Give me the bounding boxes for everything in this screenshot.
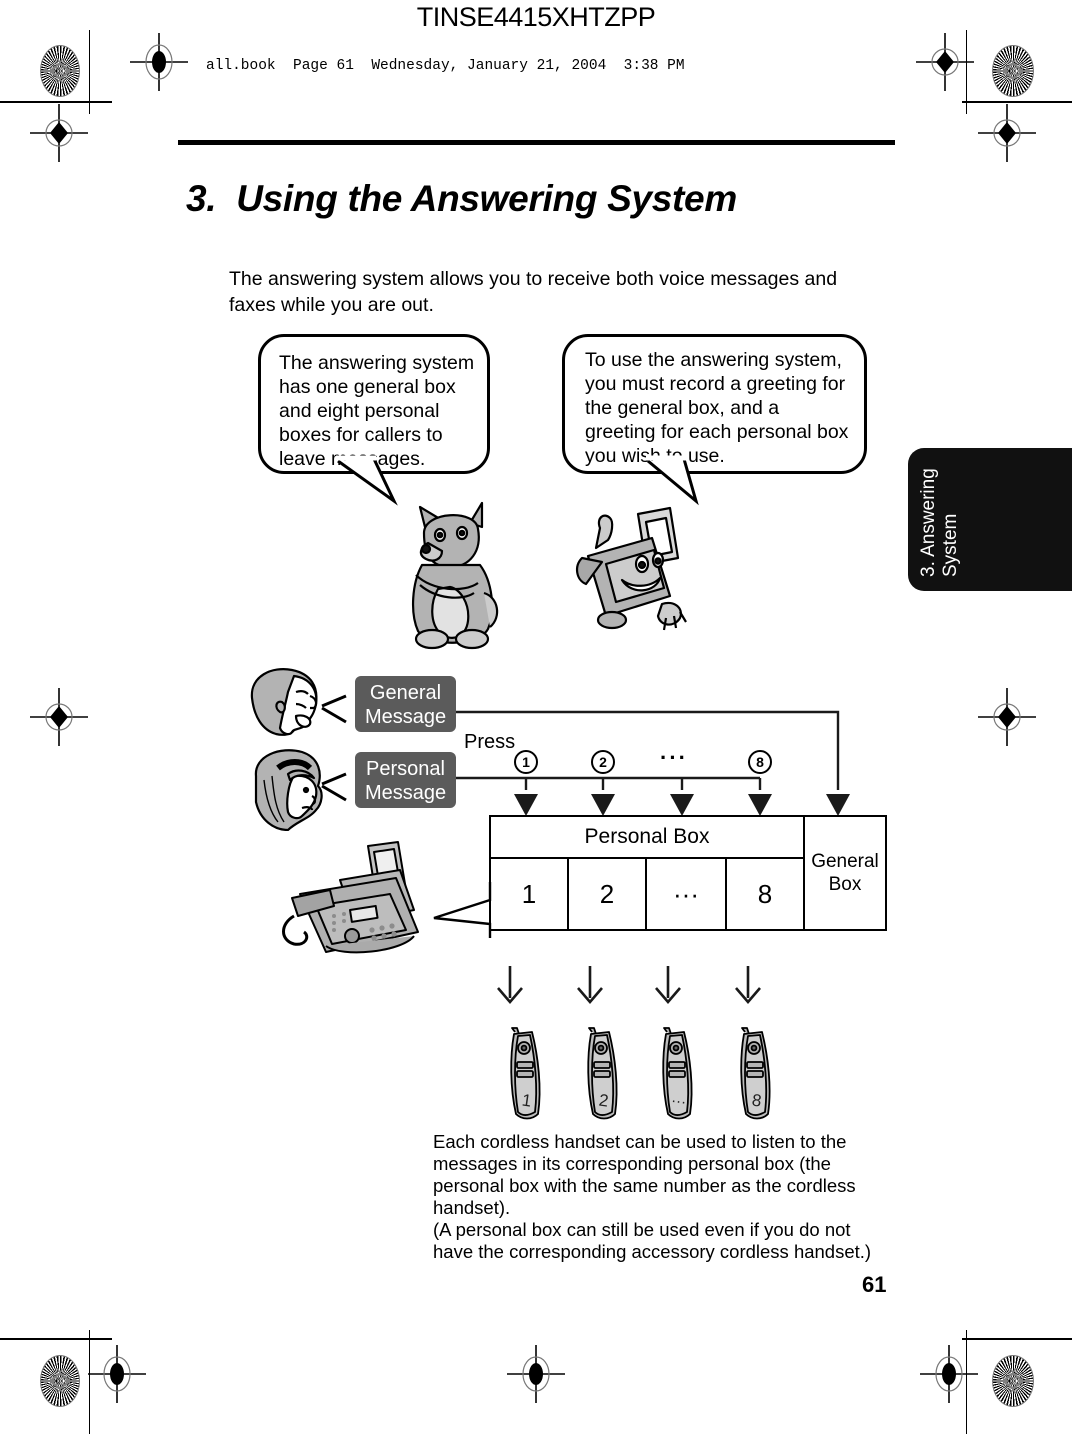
press-key-ellipsis: ···: [660, 745, 688, 770]
mailbox-table: Personal Box General Box 1 2 ··· 8: [489, 815, 887, 931]
crop-line-upper-left: [0, 101, 112, 103]
callout-balloon-right: To use the answering system, you must re…: [562, 334, 867, 474]
callout-balloon-right-text: To use the answering system, you must re…: [585, 349, 849, 467]
book-file-line: all.book Page 61 Wednesday, January 21, …: [206, 58, 685, 74]
callout-balloon-left: The answering system has one general box…: [258, 334, 490, 474]
crop-line-lower-left: [0, 1338, 112, 1340]
personal-box-cell-1: 1: [489, 857, 569, 931]
chapter-side-tab-label: 3. Answering System: [918, 468, 961, 577]
callout-balloon-left-text: The answering system has one general box…: [279, 352, 475, 470]
chapter-side-tab: 3. Answering System: [908, 448, 1072, 591]
personal-box-cell-8: 8: [725, 857, 805, 931]
speech-chevron-icon: [321, 694, 347, 724]
page-number: 61: [862, 1272, 887, 1297]
star-target-icon: [40, 1355, 80, 1407]
bottom-caption: Each cordless handset can be used to lis…: [433, 1131, 872, 1262]
registration-crosshair-icon: [920, 1345, 978, 1403]
press-key-2: 2: [591, 750, 615, 774]
registration-crosshair-icon: [30, 688, 88, 746]
document-page: TINSE4415XHTZPP all.book Page 61 Wednesd…: [0, 0, 1072, 1434]
crop-line-upper-right: [962, 101, 1072, 103]
cordless-handset-icon: 8: [740, 1027, 771, 1120]
registration-crosshair-icon: [916, 33, 974, 91]
fax-machine-mascot-icon: [576, 506, 687, 631]
table-row-header: Personal Box General Box: [489, 815, 887, 931]
star-target-icon: [992, 1355, 1034, 1407]
crop-line-lower-right: [962, 1338, 1072, 1340]
personal-box-cell-ellipsis: ···: [645, 857, 727, 931]
personal-box-group-header: Personal Box: [489, 815, 805, 859]
handset-arrows: [497, 966, 761, 1004]
star-target-icon: [40, 45, 80, 97]
registration-crosshair-icon: [88, 1345, 146, 1403]
cordless-handset-icon: 2: [587, 1027, 618, 1120]
fax-machine-leader-line: [433, 882, 492, 938]
registration-crosshair-icon: [978, 104, 1036, 162]
press-label: Press: [464, 731, 516, 753]
handset-label-ellipsis: ···: [670, 1092, 687, 1111]
cordless-handset-icon: 1: [510, 1027, 541, 1120]
speech-chevron-icon: [321, 772, 347, 802]
press-key-1: 1: [514, 750, 538, 774]
squirrel-mascot-icon: [411, 501, 499, 650]
document-code: TINSE4415XHTZPP: [416, 2, 656, 32]
title-rule: [178, 140, 895, 145]
registration-crosshair-icon: [30, 104, 88, 162]
registration-crosshair-icon: [130, 33, 188, 91]
registration-crosshair-icon: [507, 1345, 565, 1403]
general-box-header: General Box: [803, 815, 887, 931]
personal-box-cell-2: 2: [567, 857, 647, 931]
intro-paragraph: The answering system allows you to recei…: [229, 268, 838, 316]
registration-crosshair-icon: [978, 688, 1036, 746]
star-target-icon: [992, 45, 1034, 97]
cordless-handset-icon: ···: [662, 1027, 693, 1120]
page-title: 3. Using the Answering System: [186, 178, 737, 219]
press-key-8: 8: [748, 750, 772, 774]
